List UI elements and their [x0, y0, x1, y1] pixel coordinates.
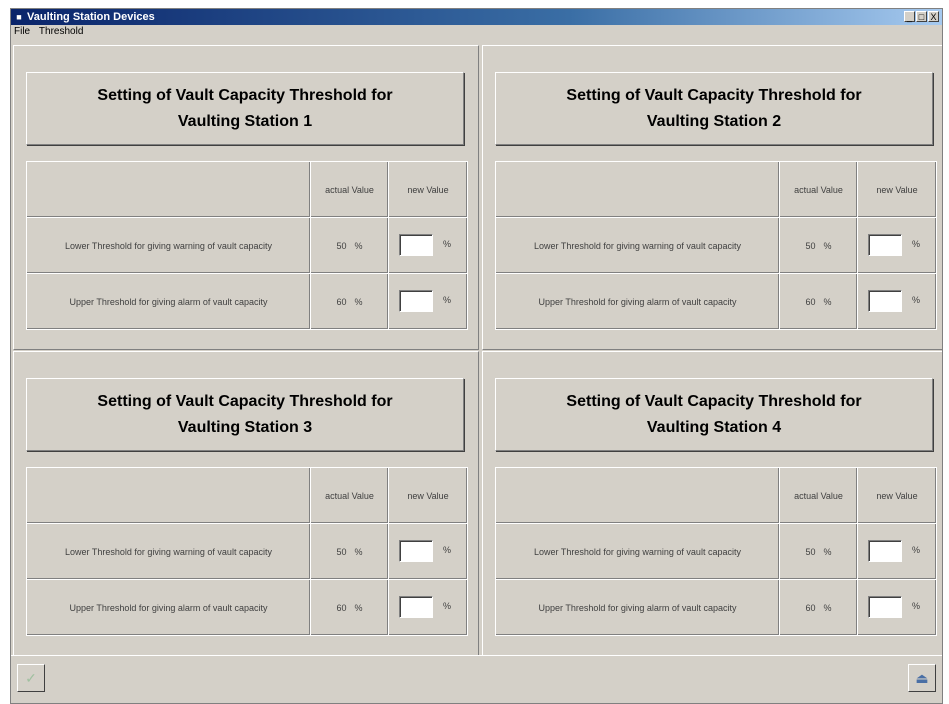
- table-row: Lower Threshold for giving warning of va…: [495, 523, 937, 580]
- table-corner: [26, 467, 311, 524]
- lower-actual-value: 50%: [310, 217, 389, 274]
- actual-value-header: actual Value: [779, 161, 858, 218]
- threshold-table-3: actual Value new Value Lower Threshold f…: [26, 467, 468, 636]
- unit-label: %: [443, 239, 452, 249]
- unit-label: %: [443, 601, 452, 611]
- upper-new-value-cell: %: [388, 273, 468, 330]
- table-row: Lower Threshold for giving warning of va…: [26, 217, 468, 274]
- station-title-2: Setting of Vault Capacity Threshold for …: [566, 86, 862, 130]
- minimize-button[interactable]: _: [904, 11, 915, 22]
- lower-new-value-cell: %: [388, 523, 468, 580]
- upper-new-value-input[interactable]: [868, 290, 902, 312]
- table-row: Upper Threshold for giving alarm of vaul…: [495, 273, 937, 330]
- upper-new-value-input[interactable]: [399, 596, 433, 618]
- menu-bar: File Threshold: [11, 25, 942, 39]
- exit-door-icon: ⏏: [915, 669, 929, 686]
- table-corner: [495, 467, 780, 524]
- lower-actual-value: 50%: [779, 217, 858, 274]
- lower-new-value-input[interactable]: [868, 540, 902, 562]
- station-title-1: Setting of Vault Capacity Threshold for …: [97, 86, 393, 130]
- table-row: Upper Threshold for giving alarm of vaul…: [495, 579, 937, 636]
- lower-new-value-cell: %: [857, 523, 937, 580]
- upper-actual-value: 60%: [310, 273, 389, 330]
- unit-label: %: [912, 295, 921, 305]
- threshold-table-4: actual Value new Value Lower Threshold f…: [495, 467, 937, 636]
- app-icon: ■: [16, 12, 22, 22]
- upper-actual-value: 60%: [310, 579, 389, 636]
- station-panel-2: Setting of Vault Capacity Threshold for …: [482, 45, 942, 350]
- table-row: Lower Threshold for giving warning of va…: [26, 523, 468, 580]
- menu-file[interactable]: File: [11, 25, 33, 39]
- lower-new-value-cell: %: [857, 217, 937, 274]
- actual-value-header: actual Value: [779, 467, 858, 524]
- lower-threshold-label: Lower Threshold for giving warning of va…: [26, 523, 311, 580]
- upper-threshold-label: Upper Threshold for giving alarm of vaul…: [26, 273, 311, 330]
- upper-threshold-label: Upper Threshold for giving alarm of vaul…: [26, 579, 311, 636]
- new-value-header: new Value: [857, 467, 937, 524]
- upper-new-value-cell: %: [857, 579, 937, 636]
- actual-value-header: actual Value: [310, 161, 389, 218]
- menu-threshold[interactable]: Threshold: [36, 25, 86, 39]
- lower-actual-value: 50%: [779, 523, 858, 580]
- unit-label: %: [443, 295, 452, 305]
- station-panel-4: Setting of Vault Capacity Threshold for …: [482, 351, 942, 656]
- lower-new-value-input[interactable]: [399, 540, 433, 562]
- threshold-table-1: actual Value new Value Lower Threshold f…: [26, 161, 468, 330]
- unit-label: %: [443, 545, 452, 555]
- lower-actual-value: 50%: [310, 523, 389, 580]
- new-value-header: new Value: [388, 161, 468, 218]
- station-header-3: Setting of Vault Capacity Threshold for …: [26, 378, 464, 451]
- window-title: Vaulting Station Devices: [27, 11, 155, 23]
- unit-label: %: [912, 601, 921, 611]
- station-title-4: Setting of Vault Capacity Threshold for …: [566, 392, 862, 436]
- upper-new-value-cell: %: [857, 273, 937, 330]
- table-corner: [495, 161, 780, 218]
- upper-threshold-label: Upper Threshold for giving alarm of vaul…: [495, 273, 780, 330]
- lower-threshold-label: Lower Threshold for giving warning of va…: [495, 217, 780, 274]
- new-value-header: new Value: [388, 467, 468, 524]
- station-panel-3: Setting of Vault Capacity Threshold for …: [13, 351, 479, 656]
- lower-new-value-input[interactable]: [399, 234, 433, 256]
- new-value-header: new Value: [857, 161, 937, 218]
- confirm-button[interactable]: ✓: [17, 664, 45, 692]
- lower-threshold-label: Lower Threshold for giving warning of va…: [26, 217, 311, 274]
- upper-threshold-label: Upper Threshold for giving alarm of vaul…: [495, 579, 780, 636]
- close-button[interactable]: X: [928, 11, 939, 22]
- station-title-3: Setting of Vault Capacity Threshold for …: [97, 392, 393, 436]
- threshold-table-2: actual Value new Value Lower Threshold f…: [495, 161, 937, 330]
- station-header-1: Setting of Vault Capacity Threshold for …: [26, 72, 464, 145]
- table-corner: [26, 161, 311, 218]
- station-header-4: Setting of Vault Capacity Threshold for …: [495, 378, 933, 451]
- table-row: Upper Threshold for giving alarm of vaul…: [26, 579, 468, 636]
- maximize-button[interactable]: □: [916, 11, 927, 22]
- title-bar[interactable]: ■ Vaulting Station Devices _ □ X: [11, 9, 942, 25]
- actual-value-header: actual Value: [310, 467, 389, 524]
- station-header-2: Setting of Vault Capacity Threshold for …: [495, 72, 933, 145]
- unit-label: %: [912, 545, 921, 555]
- app-window: ■ Vaulting Station Devices _ □ X File Th…: [10, 8, 943, 704]
- unit-label: %: [912, 239, 921, 249]
- footer-bar: ✓ ⏏: [11, 655, 942, 703]
- table-row: Upper Threshold for giving alarm of vaul…: [26, 273, 468, 330]
- lower-new-value-cell: %: [388, 217, 468, 274]
- confirm-icon: ✓: [25, 669, 37, 686]
- upper-new-value-input[interactable]: [399, 290, 433, 312]
- station-panel-1: Setting of Vault Capacity Threshold for …: [13, 45, 479, 350]
- upper-actual-value: 60%: [779, 579, 858, 636]
- upper-new-value-cell: %: [388, 579, 468, 636]
- exit-button[interactable]: ⏏: [908, 664, 936, 692]
- table-row: Lower Threshold for giving warning of va…: [495, 217, 937, 274]
- upper-new-value-input[interactable]: [868, 596, 902, 618]
- upper-actual-value: 60%: [779, 273, 858, 330]
- lower-new-value-input[interactable]: [868, 234, 902, 256]
- lower-threshold-label: Lower Threshold for giving warning of va…: [495, 523, 780, 580]
